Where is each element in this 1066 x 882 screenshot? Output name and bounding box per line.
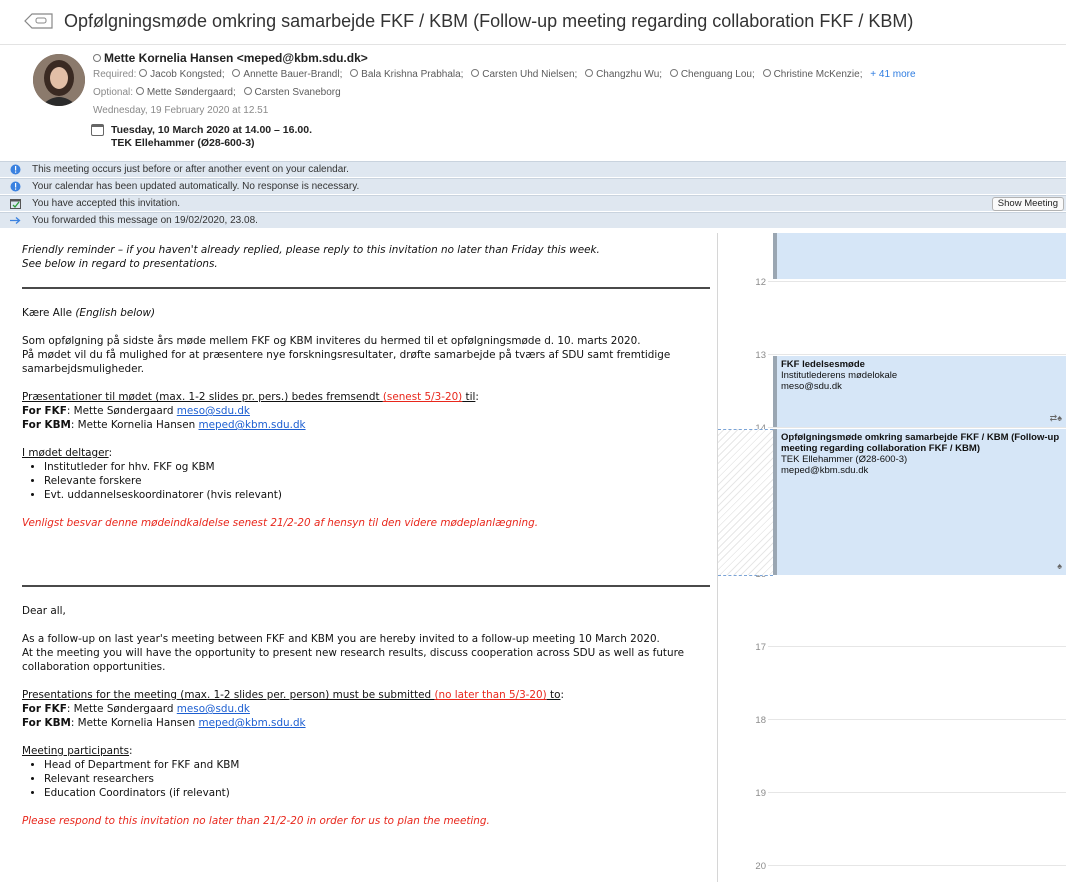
meeting-time: Tuesday, 10 March 2020 at 14.00 – 16.00. [111, 124, 312, 136]
hour-line [768, 646, 1066, 647]
show-meeting-button[interactable]: Show Meeting [991, 197, 1064, 211]
message-titlebar: Opfølgningsmøde omkring samarbejde FKF /… [0, 0, 1066, 45]
attendee-status-icon [350, 69, 359, 77]
notice-accepted: You have accepted this invitation. Show … [0, 195, 1066, 211]
attendee-status-icon [135, 87, 144, 95]
list-item: Evt. uddannelseskoordinatorer (hvis rele… [44, 488, 714, 502]
busy-hatch [718, 429, 773, 575]
sender-avatar [33, 54, 85, 106]
event-organizer: meso@sdu.dk [781, 381, 842, 392]
event-location: TEK Ellehammer (Ø28-600-3) [781, 454, 908, 465]
attendee-status-icon [762, 69, 771, 77]
list-item: Relevante forskere [44, 474, 714, 488]
hour-label: 12 [755, 277, 766, 288]
hour-line [768, 719, 1066, 720]
email-link[interactable]: meso@sdu.dk [177, 703, 250, 715]
attendee[interactable]: Changzhu Wu; [585, 69, 662, 80]
greeting: Kære Alle (English below) [22, 307, 156, 319]
required-attendees: Required: Jacob Kongsted; Annette Bauer-… [93, 69, 916, 80]
hour-line [768, 865, 1066, 866]
hour-label: 17 [755, 642, 766, 653]
attendee[interactable]: Jacob Kongsted; [139, 69, 225, 80]
email-link[interactable]: meped@kbm.sdu.dk [199, 419, 306, 431]
hour-line [768, 354, 1066, 355]
event-organizer: meped@kbm.sdu.dk [781, 465, 869, 476]
separator [22, 287, 710, 289]
meeting-location: TEK Ellehammer (Ø28-600-3) [111, 137, 255, 149]
hour-label: 18 [755, 715, 766, 726]
danish-section: Kære Alle (English below) Som opfølgning… [22, 306, 714, 530]
meeting-start-marker [718, 429, 773, 430]
attendee[interactable]: Bala Krishna Prabhala; [350, 69, 463, 80]
hour-line [768, 281, 1066, 282]
list-item: Head of Department for FKF and KBM [44, 758, 714, 772]
attendee[interactable]: Annette Bauer-Brandl; [232, 69, 342, 80]
selected-meeting-event[interactable]: Opfølgningsmøde omkring samarbejde FKF /… [773, 429, 1066, 575]
list-item: Institutleder for hhv. FKF og KBM [44, 460, 714, 474]
attendee[interactable]: Carsten Uhd Nielsen; [471, 69, 577, 80]
info-icon [10, 164, 21, 175]
calendar-icon [91, 124, 104, 136]
event-title: Opfølgningsmøde omkring samarbejde FKF /… [781, 432, 1060, 454]
sent-date: Wednesday, 19 February 2020 at 12.51 [93, 105, 269, 116]
participant-list: Head of Department for FKF and KBM Relev… [22, 758, 714, 800]
attendee[interactable]: Chenguang Lou; [669, 69, 755, 80]
hour-line [768, 427, 1066, 428]
attendee-status-icon [471, 69, 480, 77]
attendee-status-icon [139, 69, 148, 77]
response-status-icon [93, 54, 101, 62]
list-item: Education Coordinators (if relevant) [44, 786, 714, 800]
notice-conflict: This meeting occurs just before or after… [0, 161, 1066, 177]
optional-attendees: Optional: Mette Søndergaard; Carsten Sva… [93, 87, 346, 98]
hour-label: 20 [755, 861, 766, 872]
info-icon [10, 181, 21, 192]
optional-label: Optional: [93, 87, 134, 98]
more-attendees-link[interactable]: + 41 more [870, 69, 915, 80]
participant-list: Institutleder for hhv. FKF og KBM Releva… [22, 460, 714, 502]
calendar-event[interactable] [773, 233, 1066, 279]
calendar-event[interactable]: FKF ledelsesmøde Institutlederens mødelo… [773, 356, 1066, 427]
hour-label: 19 [755, 788, 766, 799]
bell-icon: ♠ [1057, 561, 1062, 571]
email-link[interactable]: meped@kbm.sdu.dk [199, 717, 306, 729]
english-section: Dear all, As a follow-up on last year's … [22, 604, 714, 828]
sender-name: Mette Kornelia Hansen <meped@kbm.sdu.dk> [104, 51, 368, 65]
attendee[interactable]: Mette Søndergaard; [135, 87, 236, 98]
attendee-status-icon [585, 69, 594, 77]
forward-arrow-icon [10, 217, 21, 224]
notice-forwarded: You forwarded this message on 19/02/2020… [0, 212, 1066, 228]
notice-updated: Your calendar has been updated automatic… [0, 178, 1066, 194]
meeting-end-marker [718, 575, 773, 576]
required-label: Required: [93, 69, 137, 80]
attendee-status-icon [232, 69, 241, 77]
email-link[interactable]: meso@sdu.dk [177, 405, 250, 417]
sender[interactable]: Mette Kornelia Hansen <meped@kbm.sdu.dk> [93, 51, 368, 65]
attendee-status-icon [243, 87, 252, 95]
hour-label: 13 [755, 350, 766, 361]
attendee-status-icon [669, 69, 678, 77]
event-location: Institutlederens mødelokale [781, 370, 898, 381]
attendee[interactable]: Christine McKenzie; [762, 69, 862, 80]
hour-line [768, 792, 1066, 793]
list-item: Relevant researchers [44, 772, 714, 786]
accepted-calendar-icon [10, 199, 21, 209]
meeting-details: Tuesday, 10 March 2020 at 14.00 – 16.00.… [111, 124, 312, 150]
calendar-preview[interactable]: 12 13 14 15 16 17 18 19 20 FKF ledelsesm… [718, 233, 1066, 882]
separator [22, 585, 710, 587]
repeat-icon: ⇄♠ [1049, 413, 1062, 423]
tag-icon[interactable] [24, 13, 54, 29]
reminder-text: Friendly reminder – if you haven't alrea… [22, 244, 600, 270]
message-subject: Opfølgningsmøde omkring samarbejde FKF /… [64, 11, 914, 31]
event-title: FKF ledelsesmøde [781, 359, 865, 370]
attendee[interactable]: Carsten Svaneborg [243, 87, 341, 98]
